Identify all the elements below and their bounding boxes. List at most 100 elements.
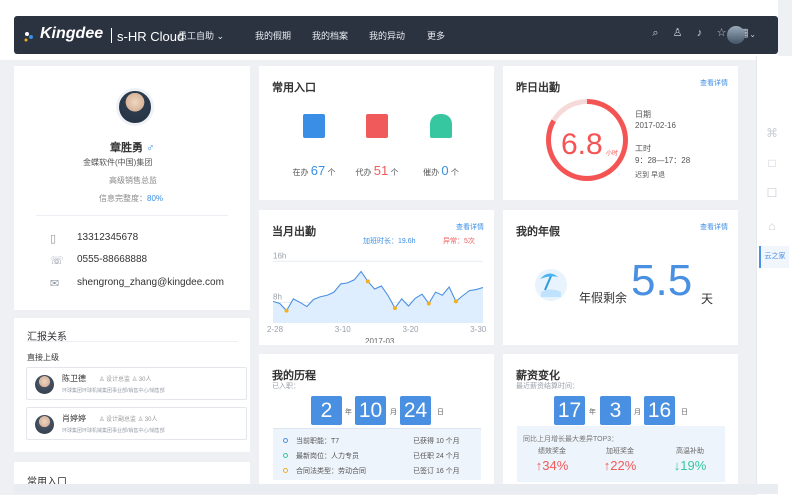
left-common-entry-card: 常用入口 [14,462,250,488]
employment-days: 24 [400,396,431,425]
attendance-date: 2017-02-16 [635,121,676,130]
report-card: 汇报关系 直接上级 陈卫德 ♙ 设计总监 ♙ 30人 环球集团环球机械集团事业部… [14,318,250,452]
attendance-hours: 6.8 [561,128,603,161]
top-bar: Kingdee s-HR Cloud 员工自助 ⌄ 我的假期 我的档案 我的异动… [0,0,778,60]
horizontal-scrollbar[interactable] [14,484,778,494]
salary-date-day: 16 [644,396,675,425]
salary-date-month: 3 [600,396,631,425]
day-unit: 日 [437,409,444,416]
kingdee-logo-icon [24,32,33,42]
edit-icon[interactable]: □ [765,156,779,170]
employment-months: 10 [355,396,386,425]
cloud-home-button[interactable]: 云之家 [759,246,789,268]
product-name[interactable]: s-HR Cloud [117,29,184,44]
inbox-entry[interactable]: 在办 67 个 [284,114,344,178]
profile-card: 章胜勇 ♂ 金蝶软件(中国)集团 高级销售总监 信息完整度：80% ▯ 13312… [14,66,250,310]
report-role: ♙ 设计副总监 ♙ 30人 [99,417,158,423]
brand-name[interactable]: Kingdee [40,25,103,43]
bell-icon[interactable]: ♪ [693,27,706,40]
org-chart-icon[interactable]: ♙ [671,27,684,40]
salary-date-year: 17 [554,396,585,425]
bell-icon [430,114,452,138]
report-name: 肖婷婷 [62,414,86,423]
chevron-down-icon[interactable]: ⌄ [749,30,756,39]
work-time: 9：28—17：28 [635,156,691,165]
common-entry-title: 常用入口 [272,82,316,94]
right-utility-rail: ⌘ □ ☐ ⌂ 云之家 [756,56,792,495]
salary-comparison-label: 同比上月增长最大差异TOP3： [523,436,619,443]
employment-label: 已入职： [272,383,300,390]
document-icon [366,114,388,138]
beach-icon [535,269,567,301]
avatar [35,375,54,394]
annual-leave-details-link[interactable]: 查看详情 [700,222,728,232]
leave-remaining-value: 5.5 [631,256,693,305]
abnormal-point [392,306,397,311]
monthly-attendance-title: 当月出勤 [272,226,316,238]
attendance-yesterday-card: 昨日出勤 查看详情 6.8 小时 日期 2017-02-16 工时 9：28—1… [503,66,738,200]
report-role: ♙ 设计总监 ♙ 30人 [99,377,152,383]
main-navigation: Kingdee s-HR Cloud 员工自助 ⌄ 我的假期 我的档案 我的异动… [14,16,778,54]
monthly-attendance-card: 当月出勤 查看详情 加班时长：19.6h 异常：5次 16h 8h 2-28 3-10… [259,210,494,345]
attendance-yesterday-details-link[interactable]: 查看详情 [700,78,728,88]
brand-divider [111,28,112,43]
salary-year-unit: 年 [589,409,596,416]
mobile-icon: ▯ [50,233,57,245]
report-item[interactable]: 肖婷婷 ♙ 设计副总监 ♙ 30人 环球集团环球机械集团事业部/销售中心/销售部 [26,407,247,440]
nav-my-leave[interactable]: 我的假期 [255,29,291,42]
reminder-count: 催办 0 个 [423,163,459,178]
overtime-label: 加班时长：19.6h [363,238,416,245]
phone-icon: ☏ [50,255,64,267]
late-early-status: 迟到 早退 [635,172,665,179]
salary-item: 高温补助 ↓19% [673,448,707,473]
abnormal-point [284,308,289,313]
nav-my-change[interactable]: 我的异动 [369,29,405,42]
abnormal-point [453,299,458,304]
attendance-line-chart: 16h 8h 2-28 3-10 3-20 3-30 2017-03 [267,251,487,343]
report-department: 环球集团环球机械集团事业部/销售中心/销售部 [62,428,165,434]
company-name: 金蝶软件(中国)集团 [83,158,153,167]
x-tick-label: 3-30 [470,325,487,334]
reminder-entry[interactable]: 催办 0 个 [411,114,471,178]
direct-superior-label: 直接上级 [27,353,59,362]
y-tick-label: 16h [273,251,286,260]
profile-avatar [116,88,154,126]
report-name: 陈卫德 [62,374,86,383]
time-label: 工时 [635,144,651,153]
salary-item: 加班奖金 ↑22% [603,448,637,473]
annual-leave-title: 我的年假 [516,226,560,238]
salary-day-unit: 日 [681,409,688,416]
todo-count: 代办 51 个 [355,163,399,178]
common-entry-card: 常用入口 在办 67 个 代办 51 个 催办 0 个 [259,66,494,200]
attendance-yesterday-title: 昨日出勤 [516,82,560,94]
report-divider [26,341,238,342]
profile-name: 章胜勇 ♂ [110,142,155,154]
nav-employee-self-service[interactable]: 员工自助 ⌄ [178,29,224,42]
job-title: 高级销售总监 [109,176,157,185]
nav-more[interactable]: 更多 [427,29,445,42]
chat-icon[interactable]: ☐ [765,186,779,200]
abnormal-point [365,279,370,284]
y-tick-label: 8h [273,292,282,301]
user-avatar[interactable] [727,26,745,44]
salary-comparison-panel: 同比上月增长最大差异TOP3： 绩效奖金 ↑34% 加班奖金 ↑22% 高温补助 ↓1… [517,426,725,482]
career-history-list: 当前职能：T7 已获得 10 个月 最新岗位：人力专员 已任职 24 个月 合同法类… [273,428,481,480]
month-unit: 月 [390,409,397,416]
home-icon[interactable]: ⌂ [765,219,779,233]
x-tick-label: 3-10 [335,325,352,334]
annual-leave-card: 我的年假 查看详情 年假剩余 5.5 天 [503,210,738,345]
inbox-icon [303,114,325,138]
salary-item: 绩效奖金 ↑34% [535,448,569,473]
attendance-unit: 小时 [606,151,619,157]
share-icon[interactable]: ⌘ [765,126,779,140]
report-item[interactable]: 陈卫德 ♙ 设计总监 ♙ 30人 环球集团环球机械集团事业部/销售中心/销售部 [26,367,247,400]
date-label: 日期 [635,110,651,119]
employment-years: 2 [311,396,342,425]
salary-settlement-label: 最近薪资结算时间： [516,383,579,390]
monthly-attendance-details-link[interactable]: 查看详情 [456,222,484,232]
nav-my-profile[interactable]: 我的档案 [312,29,348,42]
todo-entry[interactable]: 代办 51 个 [347,114,407,178]
search-icon[interactable]: ⌕ [649,27,662,40]
leave-unit: 天 [701,292,714,306]
x-axis-label: 2017-03 [365,337,395,343]
